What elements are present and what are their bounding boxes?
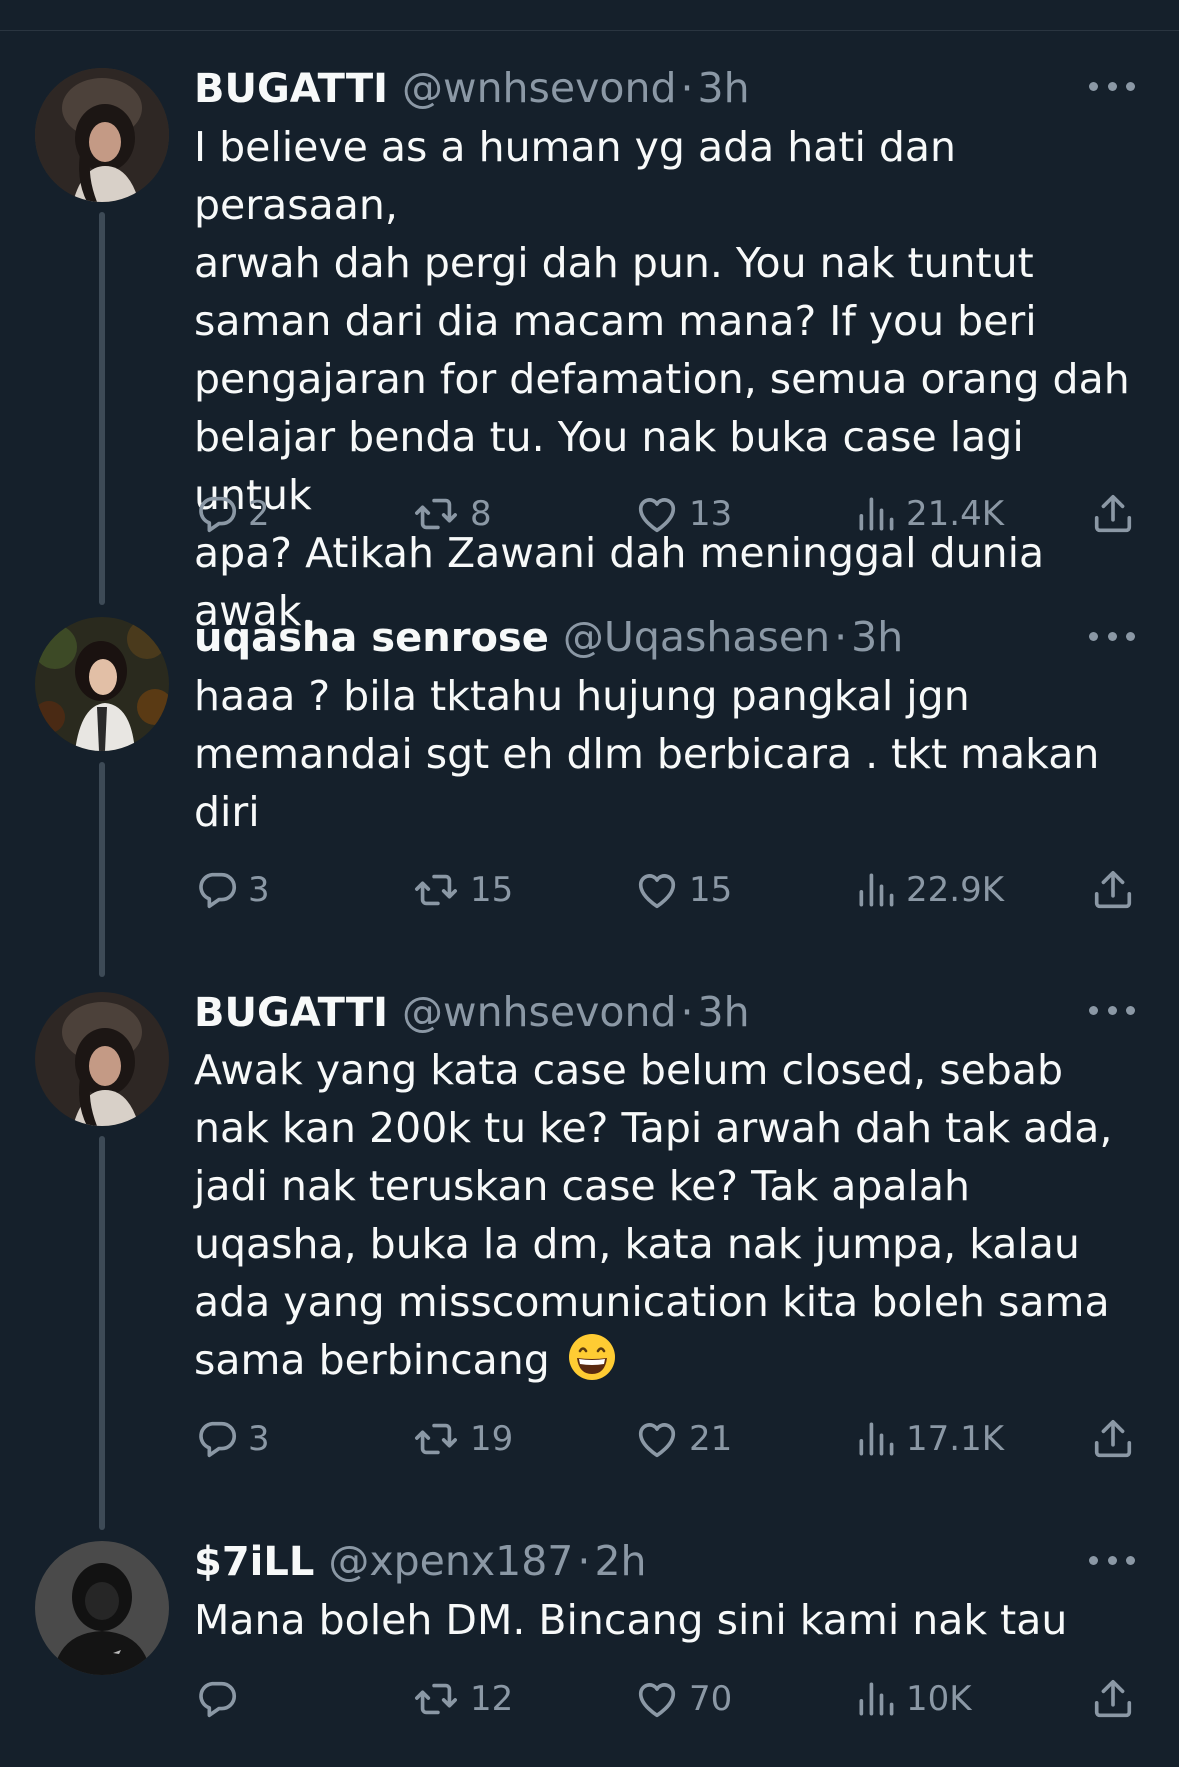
views-icon: [854, 867, 898, 913]
more-icon[interactable]: [1089, 1000, 1135, 1020]
tweet-text: haaa ? bila tktahu hujung pangkal jgn me…: [194, 672, 1100, 836]
like-count: 15: [689, 870, 733, 910]
more-icon[interactable]: [1089, 626, 1135, 646]
share-button[interactable]: [1090, 1413, 1136, 1465]
heart-icon: [633, 1416, 681, 1462]
retweet-button[interactable]: 15: [410, 864, 513, 916]
top-divider: [0, 30, 1179, 31]
tweet-text: Mana boleh DM. Bincang sini kami nak tau: [194, 1596, 1068, 1644]
separator: ·: [577, 1537, 591, 1585]
timestamp[interactable]: 3h: [698, 58, 750, 118]
avatar[interactable]: [35, 992, 169, 1126]
retweet-count: 12: [470, 1679, 514, 1719]
retweet-count: 15: [470, 870, 514, 910]
display-name[interactable]: uqasha senrose: [194, 608, 549, 668]
heart-icon: [633, 1676, 681, 1722]
like-button[interactable]: 15: [633, 864, 732, 916]
avatar[interactable]: [35, 617, 169, 751]
tweet-header: BUGATTI @wnhsevond · 3h: [194, 982, 750, 1042]
heart-icon: [633, 867, 681, 913]
reply-button[interactable]: 2: [194, 488, 270, 540]
reply-count: 2: [248, 494, 270, 534]
timestamp[interactable]: 2h: [594, 1531, 646, 1591]
retweet-button[interactable]: 12: [410, 1673, 513, 1725]
user-handle[interactable]: @wnhsevond: [402, 982, 676, 1042]
share-button[interactable]: [1090, 1673, 1136, 1725]
user-handle[interactable]: @wnhsevond: [402, 58, 676, 118]
view-count: 21.4K: [906, 494, 1004, 534]
display-name[interactable]: $7iLL: [194, 1532, 314, 1592]
avatar[interactable]: [35, 68, 169, 202]
like-button[interactable]: 13: [633, 488, 732, 540]
tweet-text: I believe as a human yg ada hati dan per…: [194, 123, 1130, 635]
more-icon[interactable]: [1089, 1550, 1135, 1570]
reply-icon: [194, 1676, 240, 1722]
retweet-button[interactable]: 19: [410, 1413, 513, 1465]
tweet-text: Awak yang kata case belum closed, sebab …: [194, 1041, 1154, 1389]
view-count: 22.9K: [906, 870, 1004, 910]
separator: ·: [834, 613, 848, 661]
retweet-icon: [410, 1416, 462, 1462]
like-count: 21: [689, 1419, 733, 1459]
like-count: 70: [689, 1679, 733, 1719]
views-icon: [854, 491, 898, 537]
share-icon: [1090, 491, 1136, 537]
reply-icon: [194, 1416, 240, 1462]
retweet-count: 19: [470, 1419, 514, 1459]
tweet-actions: 3 15 15 22.9K: [194, 864, 1144, 916]
view-count: 17.1K: [906, 1419, 1004, 1459]
view-count: 10K: [906, 1679, 972, 1719]
separator: ·: [680, 64, 694, 112]
reply-icon: [194, 867, 240, 913]
views-button[interactable]: 17.1K: [854, 1413, 1004, 1465]
thread-line: [99, 762, 105, 977]
reply-button[interactable]: 3: [194, 864, 270, 916]
user-handle[interactable]: @Uqashasen: [563, 607, 830, 667]
timestamp[interactable]: 3h: [698, 982, 750, 1042]
share-icon: [1090, 1676, 1136, 1722]
display-name[interactable]: BUGATTI: [194, 59, 388, 119]
retweet-icon: [410, 491, 462, 537]
more-icon[interactable]: [1089, 76, 1135, 96]
like-count: 13: [689, 494, 733, 534]
views-button[interactable]: 10K: [854, 1673, 972, 1725]
retweet-count: 8: [470, 494, 492, 534]
reply-count: 3: [248, 1419, 270, 1459]
retweet-button[interactable]: 8: [410, 488, 492, 540]
separator: ·: [680, 988, 694, 1036]
tweet-header: BUGATTI @wnhsevond · 3h: [194, 58, 750, 118]
share-icon: [1090, 1416, 1136, 1462]
tweet-actions: 2 8 13 21.4K: [194, 488, 1144, 540]
views-button[interactable]: 21.4K: [854, 488, 1004, 540]
share-button[interactable]: [1090, 864, 1136, 916]
tweet-actions: 3 19 21 17.1K: [194, 1413, 1144, 1465]
thread-line: [99, 212, 105, 605]
user-handle[interactable]: @xpenx187: [328, 1531, 573, 1591]
thread-line: [99, 1136, 105, 1530]
timestamp[interactable]: 3h: [851, 607, 903, 667]
retweet-icon: [410, 1676, 462, 1722]
reply-button[interactable]: [194, 1673, 248, 1725]
views-button[interactable]: 22.9K: [854, 864, 1004, 916]
share-icon: [1090, 867, 1136, 913]
tweet-actions: 12 70 10K: [194, 1673, 1144, 1725]
grinning-face-emoji: [568, 1334, 615, 1380]
views-icon: [854, 1676, 898, 1722]
retweet-icon: [410, 867, 462, 913]
reply-button[interactable]: 3: [194, 1413, 270, 1465]
share-button[interactable]: [1090, 488, 1136, 540]
reply-icon: [194, 491, 240, 537]
like-button[interactable]: 21: [633, 1413, 732, 1465]
heart-icon: [633, 491, 681, 537]
like-button[interactable]: 70: [633, 1673, 732, 1725]
reply-count: 3: [248, 870, 270, 910]
tweet-text-body: Awak yang kata case belum closed, sebab …: [194, 1046, 1113, 1384]
avatar[interactable]: [35, 1541, 169, 1675]
tweet-header: uqasha senrose @Uqashasen · 3h: [194, 607, 903, 667]
display-name[interactable]: BUGATTI: [194, 983, 388, 1043]
tweet-header: $7iLL @xpenx187 · 2h: [194, 1531, 647, 1591]
views-icon: [854, 1416, 898, 1462]
